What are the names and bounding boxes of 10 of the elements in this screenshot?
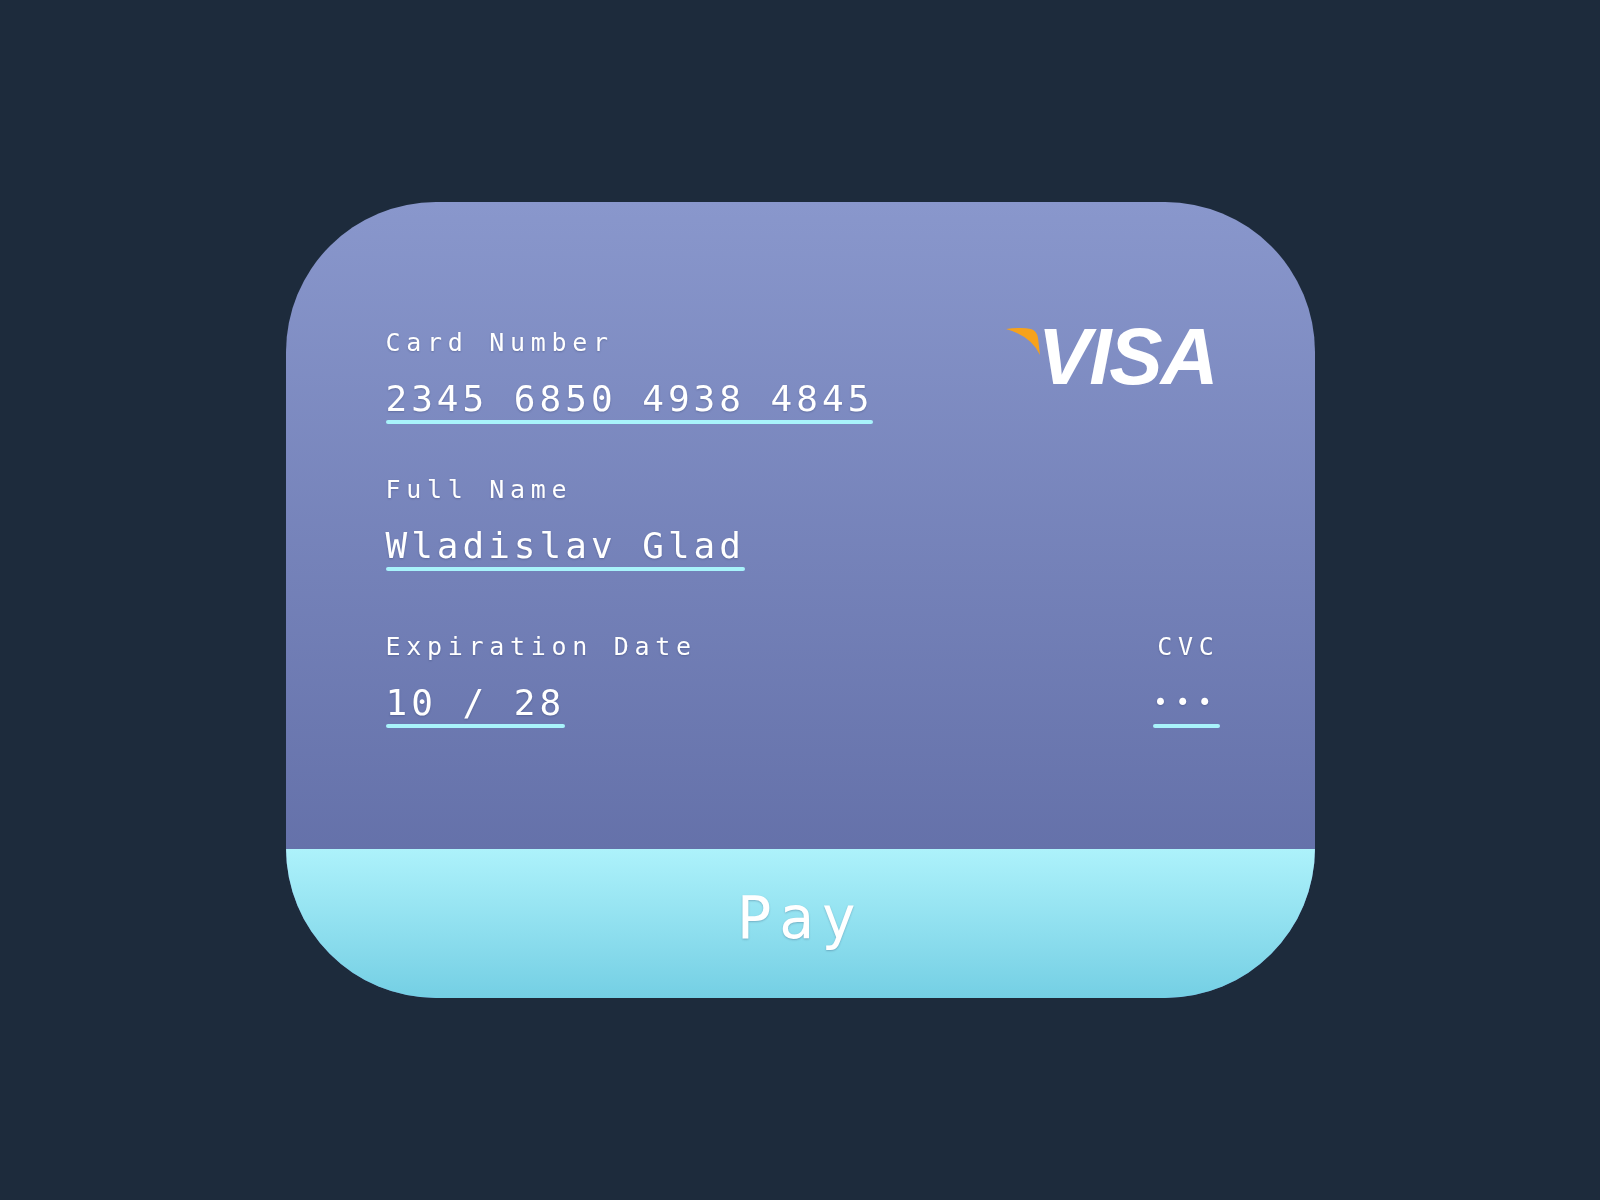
full-name-field[interactable]: Wladislav Glad <box>385 528 745 571</box>
field-label: CVC <box>1157 634 1220 659</box>
field-label: Card Number <box>385 330 614 355</box>
field-label: Expiration Date <box>385 634 697 659</box>
cvc-field[interactable]: ••• <box>1153 685 1220 728</box>
swoosh-icon <box>1005 328 1040 355</box>
expiration-date-field[interactable]: 10 / 28 <box>385 685 566 728</box>
field-label: Full Name <box>385 477 573 502</box>
card-number-field[interactable]: 2345 6850 4938 4845 <box>385 381 874 424</box>
brand-name: VISA <box>1037 317 1218 397</box>
